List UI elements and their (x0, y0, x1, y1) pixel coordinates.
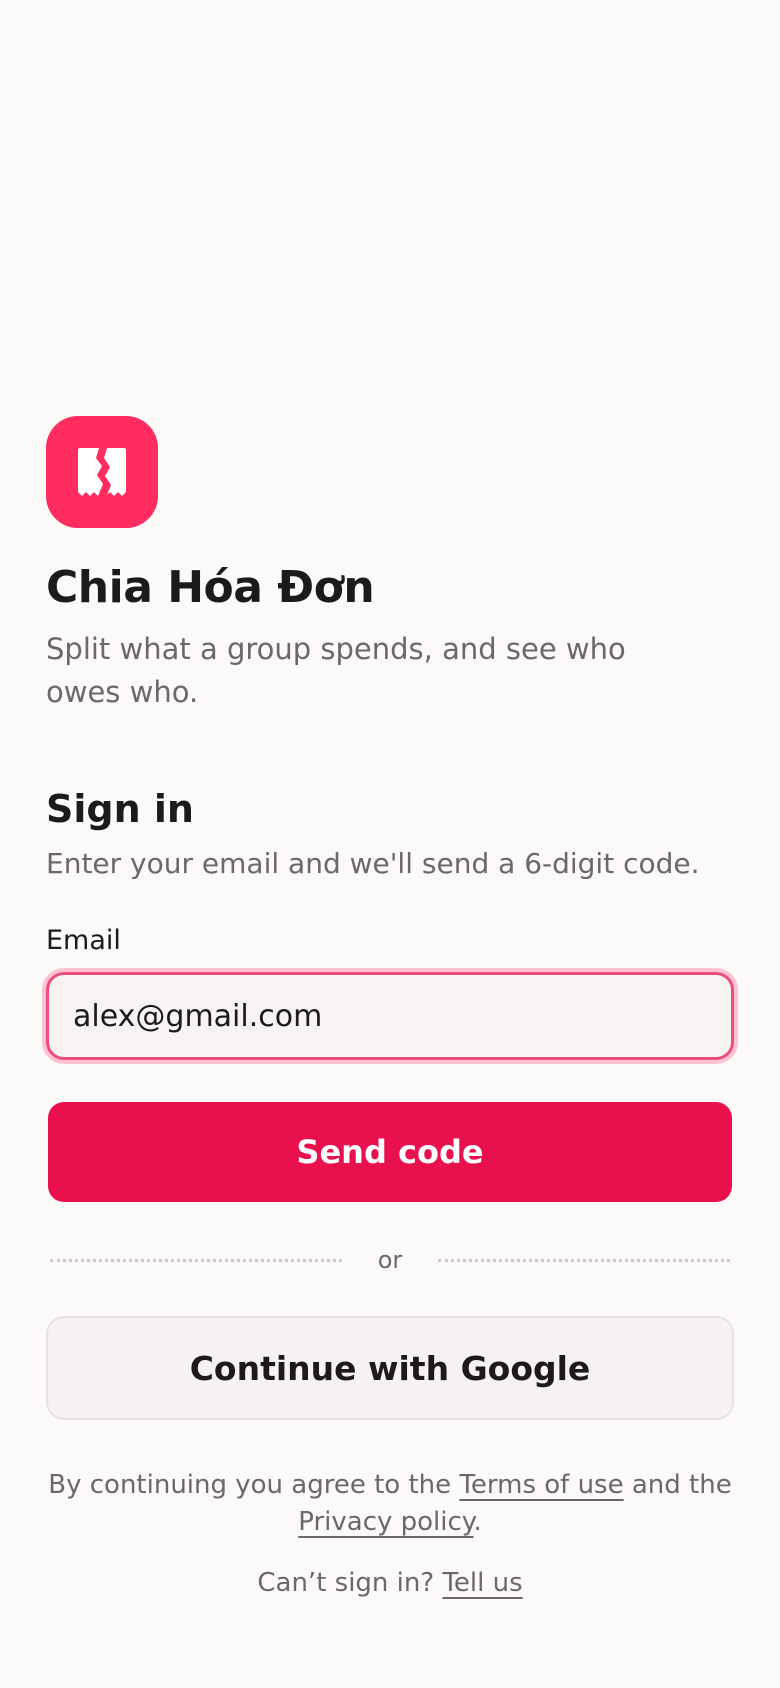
divider-label: or (377, 1246, 403, 1274)
email-label: Email (46, 925, 121, 956)
sign-in-heading: Sign in (46, 787, 194, 831)
legal-suffix: . (473, 1507, 482, 1537)
divider-line-right (438, 1258, 730, 1262)
sign-in-subtitle: Enter your email and we'll send a 6-digi… (46, 847, 700, 880)
or-divider: or (46, 1240, 734, 1280)
continue-with-google-button[interactable]: Continue with Google (46, 1316, 734, 1420)
app-logo (46, 416, 158, 528)
app-tagline: Split what a group spends, and see who o… (46, 632, 626, 709)
send-code-button[interactable]: Send code (48, 1102, 732, 1202)
help-prefix: Can’t sign in? (257, 1568, 443, 1598)
legal-notice: By continuing you agree to the Terms of … (46, 1467, 734, 1541)
help-line: Can’t sign in? Tell us (46, 1565, 734, 1602)
legal-prefix: By continuing you agree to the (48, 1470, 460, 1500)
terms-of-use-link[interactable]: Terms of use (459, 1470, 623, 1500)
privacy-policy-link[interactable]: Privacy policy (298, 1507, 473, 1537)
split-receipt-icon (78, 448, 126, 496)
sign-in-screen: Chia Hóa Đơn Split what a group spends, … (46, 0, 734, 1688)
legal-middle: and the (623, 1470, 732, 1500)
email-field[interactable] (46, 972, 734, 1060)
divider-line-left (50, 1258, 342, 1262)
tell-us-link[interactable]: Tell us (442, 1568, 522, 1598)
app-title: Chia Hóa Đơn (46, 562, 375, 613)
